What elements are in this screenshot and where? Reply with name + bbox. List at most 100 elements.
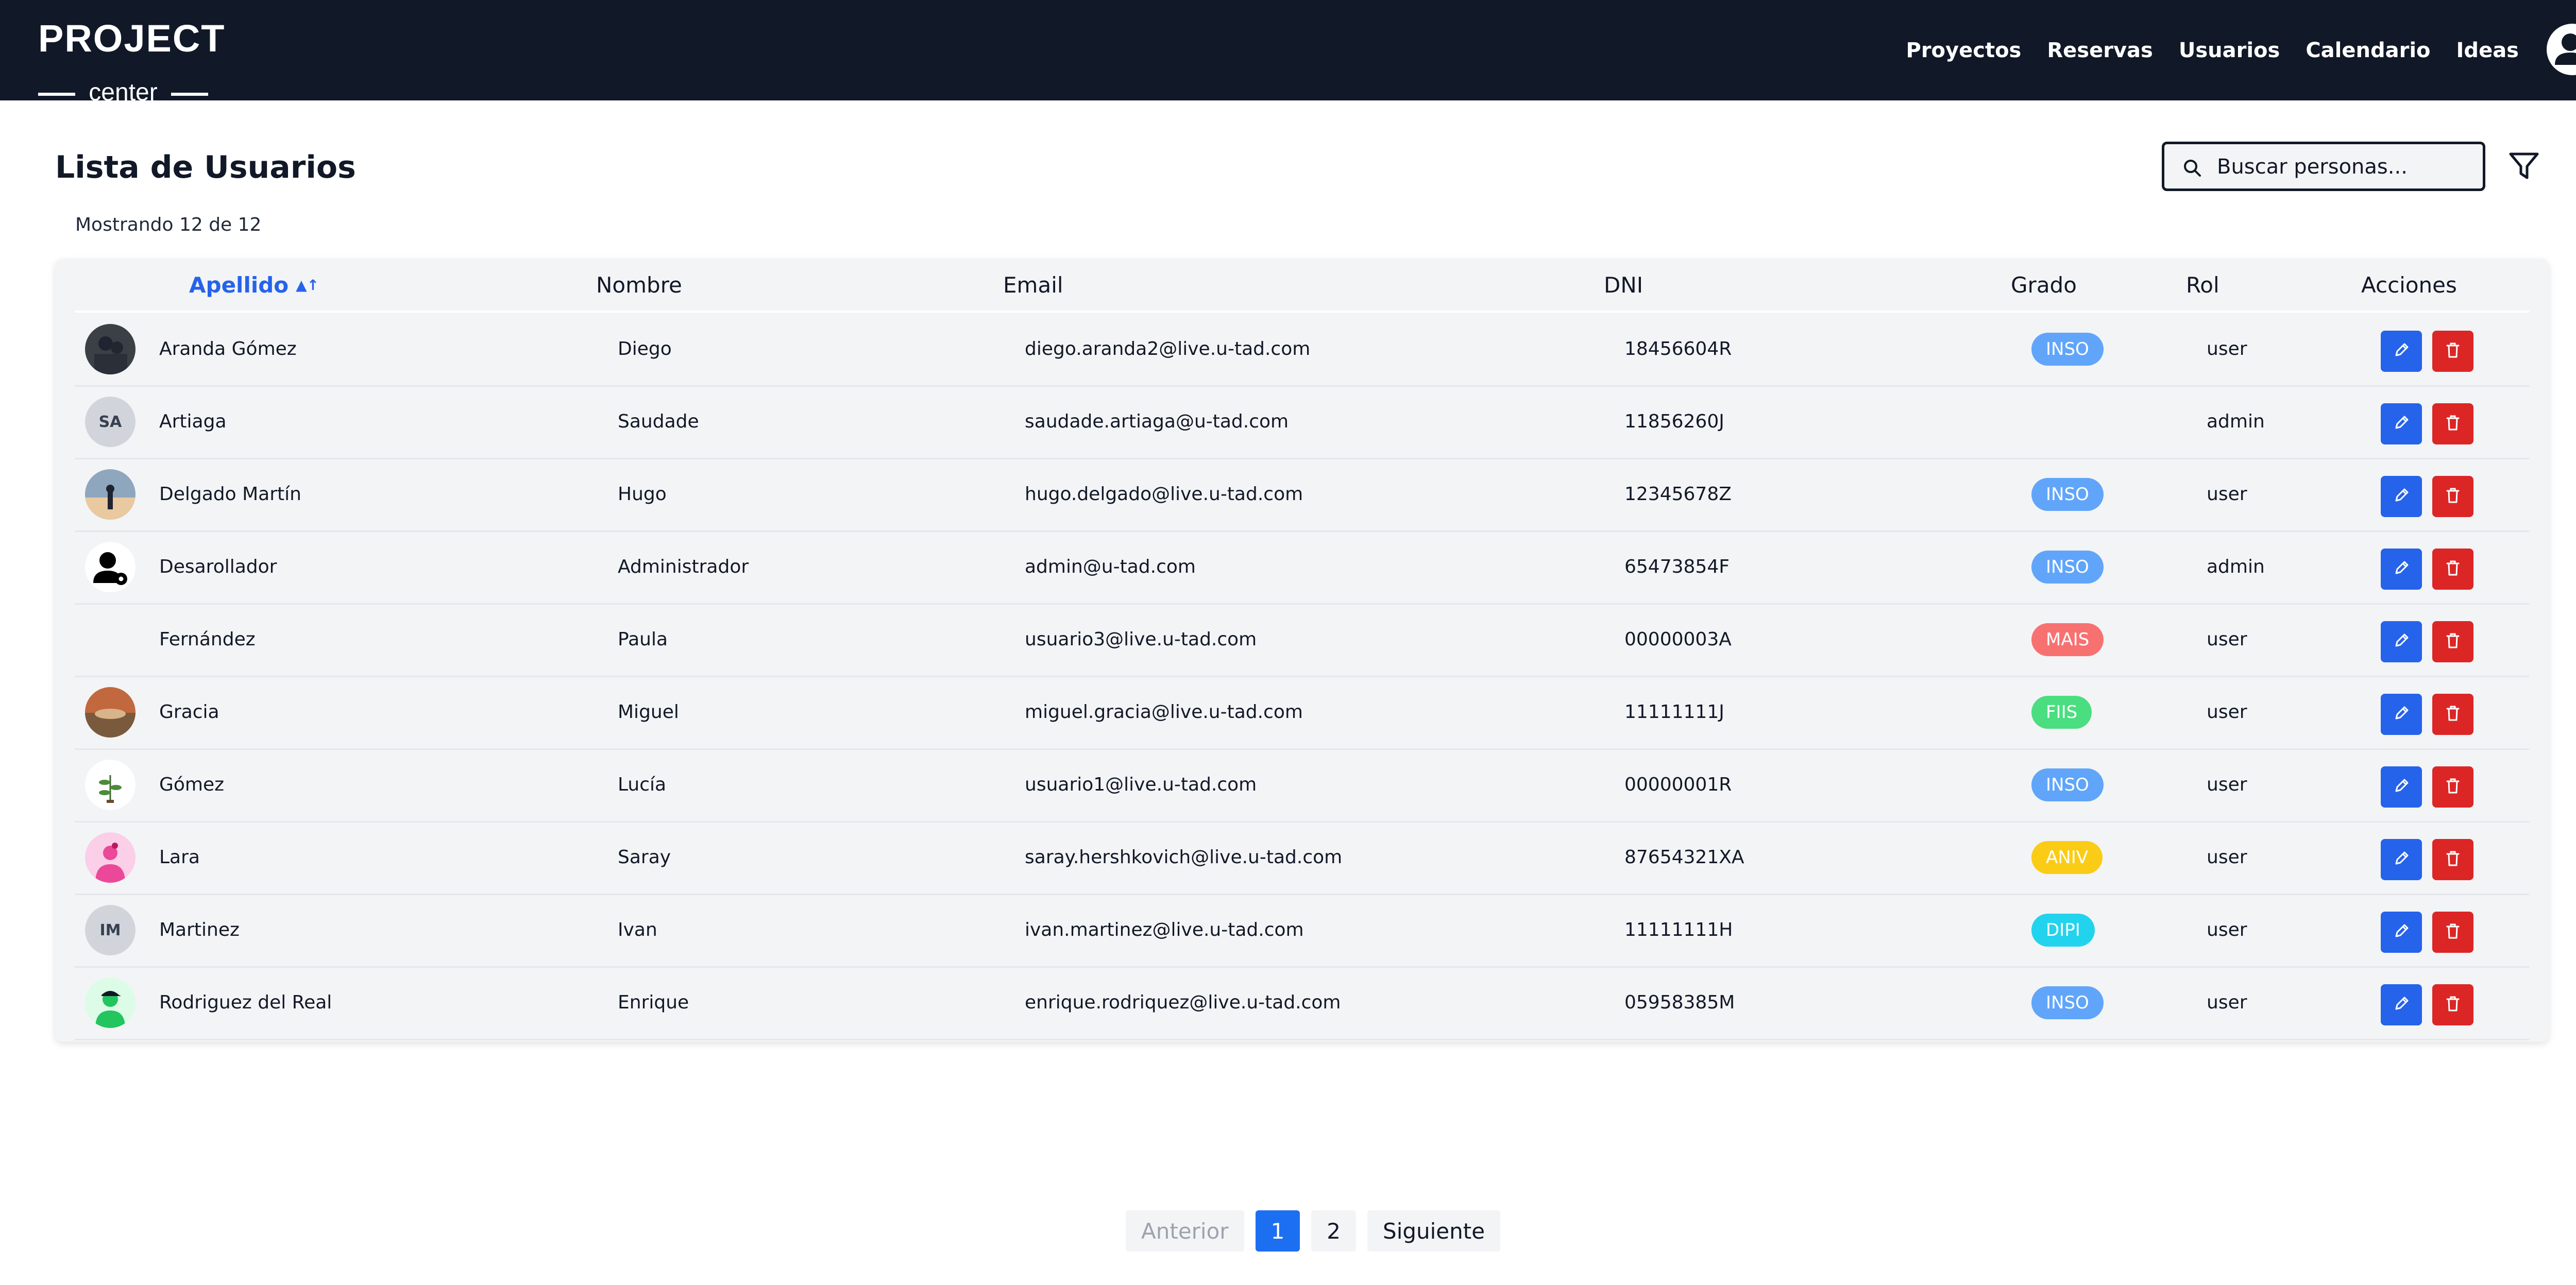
nav-link-usuarios[interactable]: Usuarios <box>2179 39 2280 62</box>
avatar <box>85 687 135 738</box>
table-row[interactable]: Lara Saray saray.hershkovich@live.u-tad.co… <box>75 821 2529 895</box>
cell-grado: ANIV <box>2031 821 2103 894</box>
logo-text-top: PROJECT <box>38 17 226 60</box>
trash-icon <box>2443 776 2463 798</box>
delete-button[interactable] <box>2432 912 2473 953</box>
delete-button[interactable] <box>2432 476 2473 517</box>
cell-dni: 00000001R <box>1624 774 1732 795</box>
delete-button[interactable] <box>2432 331 2473 372</box>
table-row[interactable]: Fernández Paula usuario3@live.u-tad.com 000… <box>75 603 2529 677</box>
results-count: Mostrando 12 de 12 <box>75 214 262 235</box>
logo[interactable]: PROJECT center <box>38 20 225 106</box>
table-row[interactable]: Rodriguez del Real Enrique enrique.rodriqu… <box>75 966 2529 1040</box>
pencil-icon <box>2391 485 2412 508</box>
nav-link-proyectos[interactable]: Proyectos <box>1906 39 2022 62</box>
table-row[interactable]: SA Artiaga Saudade saudade.artiaga@u-tad.co… <box>75 385 2529 459</box>
filter-icon[interactable] <box>2508 150 2540 182</box>
nav-link-ideas[interactable]: Ideas <box>2456 39 2519 62</box>
pagination-next-button[interactable]: Siguiente <box>1367 1210 1501 1252</box>
grado-badge: FIIS <box>2031 695 2092 729</box>
delete-button[interactable] <box>2432 984 2473 1025</box>
sort-ascending-icon: ▲↑ <box>296 276 319 294</box>
delete-button[interactable] <box>2432 839 2473 880</box>
grado-badge: INSO <box>2031 477 2104 511</box>
nav-link-reservas[interactable]: Reservas <box>2047 39 2153 62</box>
pencil-icon <box>2391 776 2412 798</box>
cell-email: enrique.rodriquez@live.u-tad.com <box>1025 992 1341 1013</box>
pencil-icon <box>2391 921 2412 944</box>
pencil-icon <box>2391 848 2412 871</box>
delete-button[interactable] <box>2432 694 2473 735</box>
cell-apellido: Fernández <box>159 629 256 650</box>
column-header-dni[interactable]: DNI <box>1604 259 1643 311</box>
user-menu-avatar[interactable] <box>2547 24 2576 75</box>
grado-badge: INSO <box>2031 550 2104 584</box>
delete-button[interactable] <box>2432 403 2473 444</box>
edit-button[interactable] <box>2381 912 2422 953</box>
column-header-rol[interactable]: Rol <box>2186 259 2219 311</box>
pagination-page-1[interactable]: 1 <box>1255 1210 1300 1252</box>
pencil-icon <box>2391 993 2412 1016</box>
pencil-icon <box>2391 703 2412 726</box>
cell-rol: user <box>2207 774 2247 795</box>
cell-email: usuario3@live.u-tad.com <box>1025 629 1257 650</box>
avatar <box>85 324 135 374</box>
grado-badge: INSO <box>2031 768 2104 801</box>
cell-rol: user <box>2207 484 2247 505</box>
table-row[interactable]: IM Martinez Ivan ivan.martinez@live.u-tad.c… <box>75 894 2529 968</box>
delete-button[interactable] <box>2432 621 2473 662</box>
admin-user-icon <box>2555 33 2576 65</box>
cell-apellido: Gracia <box>159 701 219 723</box>
nav-links: Proyectos Reservas Usuarios Calendario I… <box>1906 0 2519 100</box>
search-input[interactable] <box>2216 149 2476 184</box>
search-box[interactable] <box>2162 142 2485 191</box>
avatar <box>85 832 135 883</box>
column-header-apellido[interactable]: Apellido ▲↑ <box>189 259 319 311</box>
delete-button[interactable] <box>2432 549 2473 590</box>
edit-button[interactable] <box>2381 766 2422 808</box>
cell-apellido: Desarollador <box>159 556 277 577</box>
avatar-initials: IM <box>85 905 135 955</box>
avatar-initials: SA <box>85 397 135 447</box>
edit-button[interactable] <box>2381 476 2422 517</box>
cell-dni: 65473854F <box>1624 556 1730 577</box>
edit-button[interactable] <box>2381 621 2422 662</box>
cell-nombre: Saudade <box>618 411 699 432</box>
cell-grado: MAIS <box>2031 603 2104 676</box>
edit-button[interactable] <box>2381 403 2422 444</box>
edit-button[interactable] <box>2381 694 2422 735</box>
trash-icon <box>2443 413 2463 435</box>
edit-button[interactable] <box>2381 839 2422 880</box>
table-row[interactable]: Gracia Miguel miguel.gracia@live.u-tad.com… <box>75 676 2529 750</box>
cell-apellido: Gómez <box>159 774 225 795</box>
cell-grado: INSO <box>2031 313 2104 385</box>
cell-nombre: Miguel <box>618 701 679 723</box>
table-row[interactable]: Gómez Lucía usuario1@live.u-tad.com 0000000… <box>75 748 2529 823</box>
cell-grado: INSO <box>2031 530 2104 603</box>
pencil-icon <box>2391 340 2412 363</box>
nav-link-calendario[interactable]: Calendario <box>2306 39 2430 62</box>
column-header-grado[interactable]: Grado <box>2011 259 2077 311</box>
table-row[interactable]: Delgado Martín Hugo hugo.delgado@live.u-ta… <box>75 458 2529 532</box>
column-header-nombre[interactable]: Nombre <box>596 259 682 311</box>
avatar <box>85 978 135 1028</box>
edit-button[interactable] <box>2381 549 2422 590</box>
cell-nombre: Diego <box>618 338 672 359</box>
cell-dni: 12345678Z <box>1624 484 1732 505</box>
search-icon <box>2184 160 2201 177</box>
logo-bottom: center <box>38 59 208 106</box>
edit-button[interactable] <box>2381 331 2422 372</box>
column-header-email[interactable]: Email <box>1003 259 1063 311</box>
table-row[interactable]: Aranda Gómez Diego diego.aranda2@live.u-ta… <box>75 313 2529 387</box>
column-header-acciones: Acciones <box>2361 272 2457 298</box>
edit-button[interactable] <box>2381 984 2422 1025</box>
cell-apellido: Artiaga <box>159 411 227 432</box>
pagination-page-2[interactable]: 2 <box>1311 1210 1357 1252</box>
delete-button[interactable] <box>2432 766 2473 808</box>
table-row[interactable]: Desarollador Administrador admin@u-tad.com… <box>75 530 2529 605</box>
pencil-icon <box>2391 630 2412 653</box>
pagination-prev-button[interactable]: Anterior <box>1126 1210 1244 1252</box>
grado-badge: MAIS <box>2031 623 2104 656</box>
cell-nombre: Enrique <box>618 992 689 1013</box>
cell-rol: user <box>2207 629 2247 650</box>
